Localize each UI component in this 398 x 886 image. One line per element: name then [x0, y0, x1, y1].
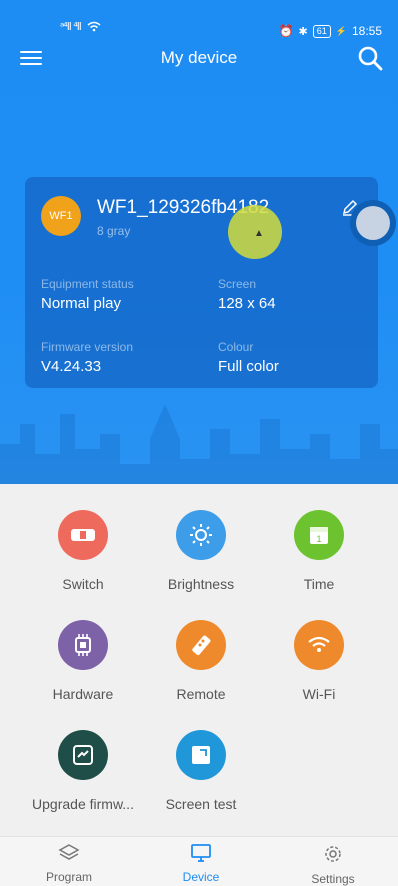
- remote-tile[interactable]: Remote: [141, 620, 261, 702]
- alarm-icon: ⏰: [278, 24, 294, 38]
- bluetooth-icon: ✱: [298, 25, 308, 38]
- time-label: Time: [303, 576, 335, 592]
- charging-icon: ⚡: [335, 25, 347, 36]
- switch-tile[interactable]: Switch: [23, 510, 143, 592]
- hardware-tile[interactable]: Hardware: [23, 620, 143, 702]
- screen-test-tile[interactable]: Screen test: [141, 730, 261, 812]
- status-bar: ᵃ⁴ll ⁴ll ⏰ ✱ 61 ⚡ 18:55: [0, 0, 398, 40]
- calendar-icon: 1: [294, 510, 344, 560]
- bottom-nav: Program Device Settings: [0, 836, 398, 886]
- switch-icon: [58, 510, 108, 560]
- equipment-status-label: Equipment status: [41, 277, 134, 291]
- upgrade-icon: [58, 730, 108, 780]
- app-header: My device: [0, 40, 398, 76]
- screen-value: 128 x 64: [218, 295, 276, 312]
- layers-icon: [58, 844, 80, 860]
- brightness-tile[interactable]: Brightness: [141, 510, 261, 592]
- screen-label: Screen: [218, 277, 257, 291]
- nav-settings-label: Settings: [311, 872, 355, 886]
- monitor-icon: [191, 844, 211, 862]
- hardware-label: Hardware: [52, 686, 114, 702]
- svg-text:1: 1: [316, 534, 321, 544]
- equipment-status-value: Normal play: [41, 295, 122, 312]
- screen-test-icon: [176, 730, 226, 780]
- switch-label: Switch: [62, 576, 104, 592]
- wifi-tile[interactable]: Wi-Fi: [259, 620, 379, 702]
- function-grid: Switch Brightness 1 Time Hardware Remote…: [0, 484, 398, 836]
- nav-program[interactable]: Program: [19, 843, 119, 884]
- remote-label: Remote: [176, 686, 226, 702]
- wifi-status-icon: [87, 21, 101, 32]
- device-card[interactable]: WF1 WF1_129326fb4182 8 gray Equipment st…: [25, 177, 378, 388]
- search-button[interactable]: [356, 44, 384, 72]
- nav-settings[interactable]: Settings: [283, 843, 383, 886]
- sun-icon: [176, 510, 226, 560]
- device-badge: WF1: [41, 196, 81, 236]
- search-icon: [358, 46, 383, 71]
- brightness-label: Brightness: [167, 576, 235, 592]
- firmware-label: Firmware version: [41, 340, 134, 354]
- upgrade-firmware-label: Upgrade firmw...: [32, 796, 134, 812]
- battery-indicator: 61: [312, 24, 331, 38]
- status-time: 18:55: [351, 24, 382, 38]
- remote-icon: [176, 620, 226, 670]
- upgrade-firmware-tile[interactable]: Upgrade firmw...: [23, 730, 143, 812]
- signal-icon: ᵃ⁴ll ⁴ll: [60, 20, 82, 33]
- pointer-icon: ▲: [254, 228, 264, 239]
- nav-program-label: Program: [45, 870, 92, 884]
- firmware-value: V4.24.33: [41, 358, 102, 375]
- time-tile[interactable]: 1 Time: [259, 510, 379, 592]
- gear-icon: [325, 846, 341, 862]
- nav-device[interactable]: Device: [151, 843, 251, 884]
- wifi-label: Wi-Fi: [302, 686, 336, 702]
- floating-assist-button[interactable]: [350, 200, 396, 246]
- nav-device-label: Device: [182, 870, 220, 884]
- screen-test-label: Screen test: [165, 796, 237, 812]
- chip-icon: [58, 620, 108, 670]
- device-subtitle: 8 gray: [97, 224, 131, 238]
- city-skyline-decoration: [0, 404, 398, 484]
- wifi-icon: [294, 620, 344, 670]
- colour-value: Full color: [218, 358, 279, 375]
- colour-label: Colour: [218, 340, 254, 354]
- page-title: My device: [160, 48, 238, 67]
